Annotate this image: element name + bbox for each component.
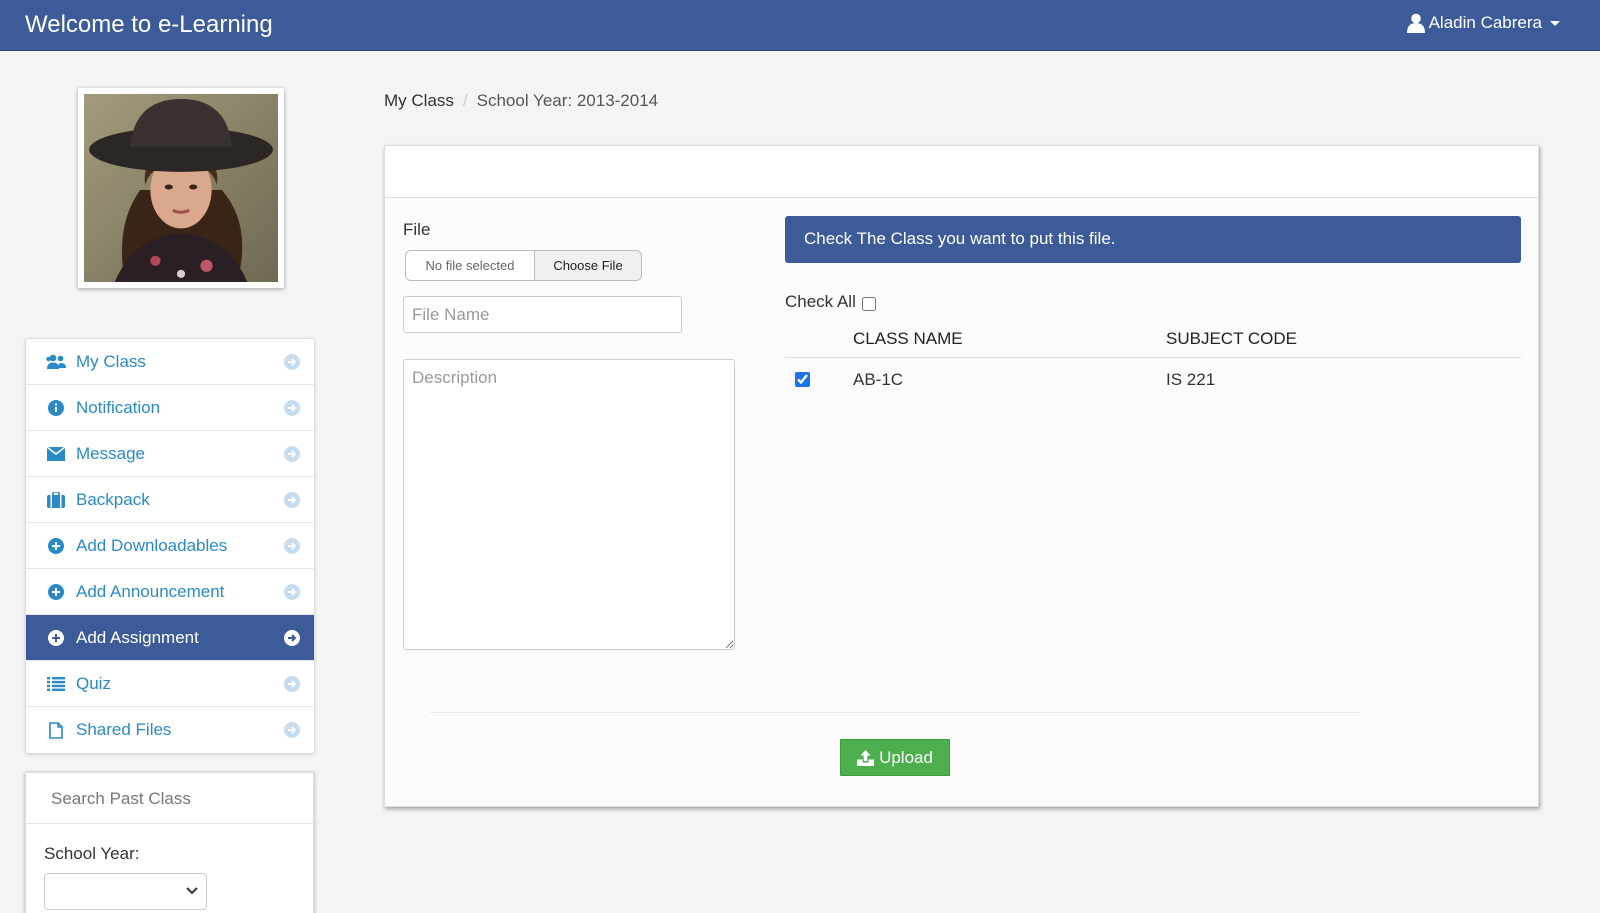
- brand-title: Welcome to e-Learning: [25, 11, 273, 38]
- subject-code-cell: IS 221: [1166, 370, 1216, 390]
- sidebar-item-add-announcement[interactable]: Add Announcement: [26, 569, 314, 615]
- panel-header: [385, 146, 1538, 198]
- arrow-circle-right-icon: [284, 446, 300, 462]
- arrow-circle-right-icon: [284, 400, 300, 416]
- table-row: AB-1C IS 221: [785, 357, 1521, 403]
- users-icon: [46, 352, 66, 372]
- chevron-down-icon: [186, 887, 198, 895]
- arrow-circle-right-icon: [284, 630, 300, 646]
- select-column-header: [785, 321, 853, 358]
- class-name-cell: AB-1C: [853, 370, 904, 390]
- envelope-icon: [46, 444, 66, 464]
- breadcrumb: My Class / School Year: 2013-2014: [384, 91, 658, 111]
- briefcase-icon: [46, 490, 66, 510]
- user-name: Aladin Cabrera: [1428, 13, 1542, 32]
- info-circle-icon: [46, 398, 66, 418]
- assignment-upload-panel: File No file selected Choose File Check …: [384, 145, 1539, 807]
- sidebar-item-label: Backpack: [76, 489, 150, 509]
- file-name-input[interactable]: [403, 296, 682, 333]
- row-select-cell: [785, 357, 853, 403]
- sidebar-item-add-assignment[interactable]: Add Assignment: [26, 615, 314, 661]
- sidebar-item-label: Message: [76, 443, 145, 463]
- sidebar-item-notification[interactable]: Notification: [26, 385, 314, 431]
- sidebar-nav: My Class Notification Message Backpack A…: [25, 338, 315, 754]
- caret-down-icon: [1550, 20, 1560, 26]
- check-all-checkbox[interactable]: [861, 297, 876, 311]
- subject-code-header: SUBJECT CODE: [1166, 321, 1521, 358]
- sidebar-item-shared-files[interactable]: Shared Files: [26, 707, 314, 753]
- sidebar-item-label: Shared Files: [76, 720, 172, 739]
- sidebar-item-my-class[interactable]: My Class: [26, 339, 314, 385]
- upload-label: Upload: [879, 747, 933, 767]
- plus-circle-icon: [46, 582, 66, 602]
- breadcrumb-separator: /: [462, 91, 468, 110]
- school-year-label: School Year:: [44, 844, 140, 863]
- class-name-header: CLASS NAME: [853, 321, 1166, 358]
- search-past-class-panel: Search Past Class School Year:: [25, 772, 314, 913]
- arrow-circle-right-icon: [284, 676, 300, 692]
- sidebar-item-quiz[interactable]: Quiz: [26, 661, 314, 707]
- search-past-class-title: Search Past Class: [26, 773, 313, 824]
- arrow-circle-right-icon: [284, 354, 300, 370]
- check-all-label: Check All: [785, 292, 856, 311]
- school-year-select[interactable]: [44, 873, 207, 910]
- sidebar-item-message[interactable]: Message: [26, 431, 314, 477]
- list-icon: [46, 674, 66, 694]
- file-input[interactable]: No file selected Choose File: [405, 250, 642, 281]
- sidebar-item-label: Add Downloadables: [76, 535, 228, 555]
- row-checkbox[interactable]: [795, 372, 810, 388]
- sidebar-item-label: Add Announcement: [76, 581, 225, 601]
- file-status: No file selected: [406, 251, 535, 280]
- user-menu[interactable]: Aladin Cabrera: [1406, 13, 1560, 33]
- description-textarea[interactable]: [403, 359, 735, 650]
- top-navbar: Welcome to e-Learning Aladin Cabrera: [0, 0, 1600, 51]
- choose-file-button[interactable]: Choose File: [535, 251, 641, 280]
- upload-icon: [857, 749, 875, 766]
- upload-button[interactable]: Upload: [840, 739, 950, 776]
- sidebar-item-label: Quiz: [76, 673, 111, 693]
- check-all-row: Check All: [785, 292, 876, 312]
- arrow-circle-right-icon: [284, 584, 300, 600]
- breadcrumb-my-class[interactable]: My Class: [384, 91, 454, 111]
- file-icon: [46, 720, 66, 740]
- sidebar-item-add-downloadables[interactable]: Add Downloadables: [26, 523, 314, 569]
- sidebar-item-backpack[interactable]: Backpack: [26, 477, 314, 523]
- profile-photo: [84, 94, 278, 282]
- plus-circle-icon: [46, 536, 66, 556]
- arrow-circle-right-icon: [284, 722, 300, 738]
- arrow-circle-right-icon: [284, 538, 300, 554]
- sidebar-item-label: Add Assignment: [76, 627, 199, 647]
- user-icon: [1406, 13, 1425, 33]
- info-banner: Check The Class you want to put this fil…: [785, 216, 1521, 263]
- sidebar-item-label: Notification: [76, 397, 161, 417]
- file-label: File: [403, 220, 431, 239]
- breadcrumb-school-year: School Year: 2013-2014: [476, 91, 659, 110]
- sidebar-item-label: My Class: [76, 351, 146, 371]
- plus-circle-icon: [46, 628, 66, 648]
- table-header-row: CLASS NAME SUBJECT CODE: [785, 321, 1521, 358]
- avatar: [78, 88, 284, 288]
- class-table: CLASS NAME SUBJECT CODE AB-1C IS 221: [785, 321, 1521, 403]
- arrow-circle-right-icon: [284, 492, 300, 508]
- form-divider: [430, 712, 1360, 713]
